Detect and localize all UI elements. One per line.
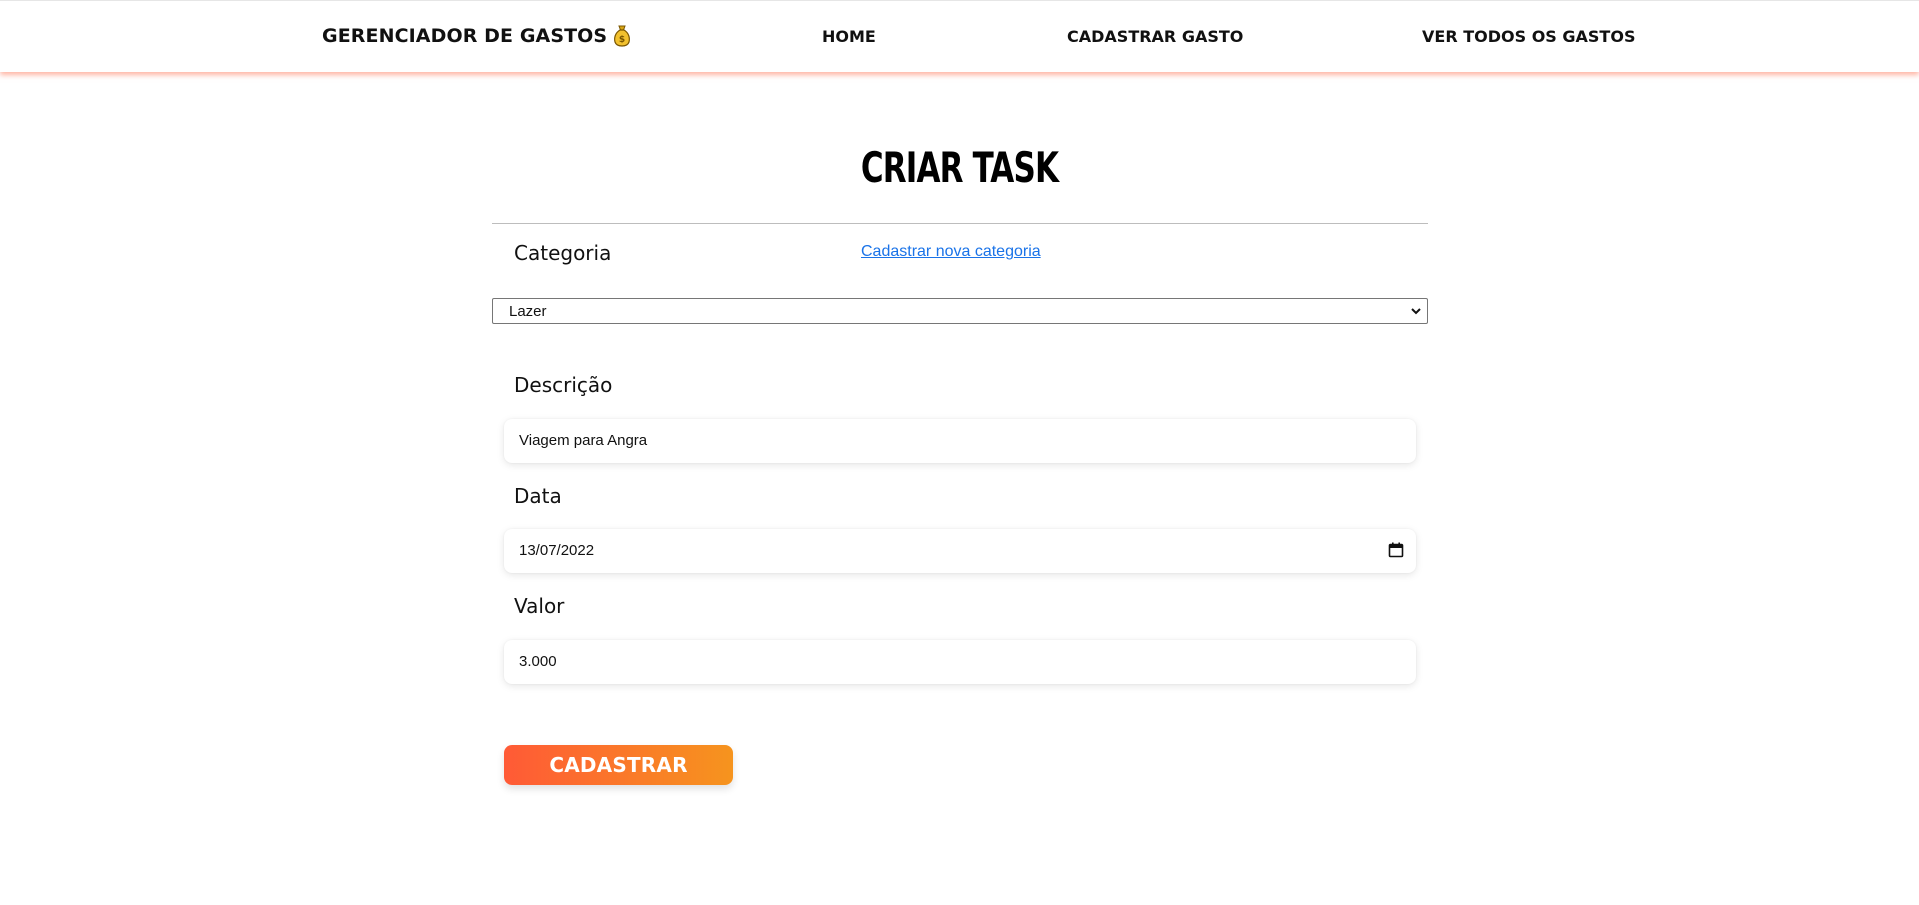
money-bag-icon: $ [614,25,631,47]
category-label: Categoria [514,241,612,265]
chevron-down-icon [1411,308,1421,315]
submit-button[interactable]: CADASTRAR [504,745,733,785]
date-value: 13/07/2022 [519,542,595,559]
description-input[interactable]: Viagem para Angra [504,419,1416,463]
value-input[interactable]: 3.000 [504,640,1416,684]
svg-text:$: $ [619,35,625,45]
description-value: Viagem para Angra [519,432,648,449]
date-label: Data [514,484,562,508]
value-label: Valor [514,594,565,618]
description-label: Descrição [514,373,613,397]
value-amount: 3.000 [519,653,557,670]
nav-all-expenses-link[interactable]: VER TODOS OS GASTOS [1422,27,1635,46]
top-navbar: GERENCIADOR DE GASTOS $ HOME CADASTRAR G… [0,0,1919,72]
category-select[interactable]: Lazer [492,298,1428,324]
nav-add-expense-link[interactable]: CADASTRAR GASTO [1067,27,1243,46]
new-category-link[interactable]: Cadastrar nova categoria [861,243,1041,261]
title-divider [492,223,1428,224]
calendar-icon[interactable] [1388,542,1404,558]
brand-logo[interactable]: GERENCIADOR DE GASTOS $ [322,25,631,47]
page-title: CRIAR TASK [860,143,1059,192]
brand-title: GERENCIADOR DE GASTOS [322,25,608,47]
date-input[interactable]: 13/07/2022 [504,529,1416,573]
nav-home-link[interactable]: HOME [822,27,876,46]
category-selected-value: Lazer [509,303,547,320]
